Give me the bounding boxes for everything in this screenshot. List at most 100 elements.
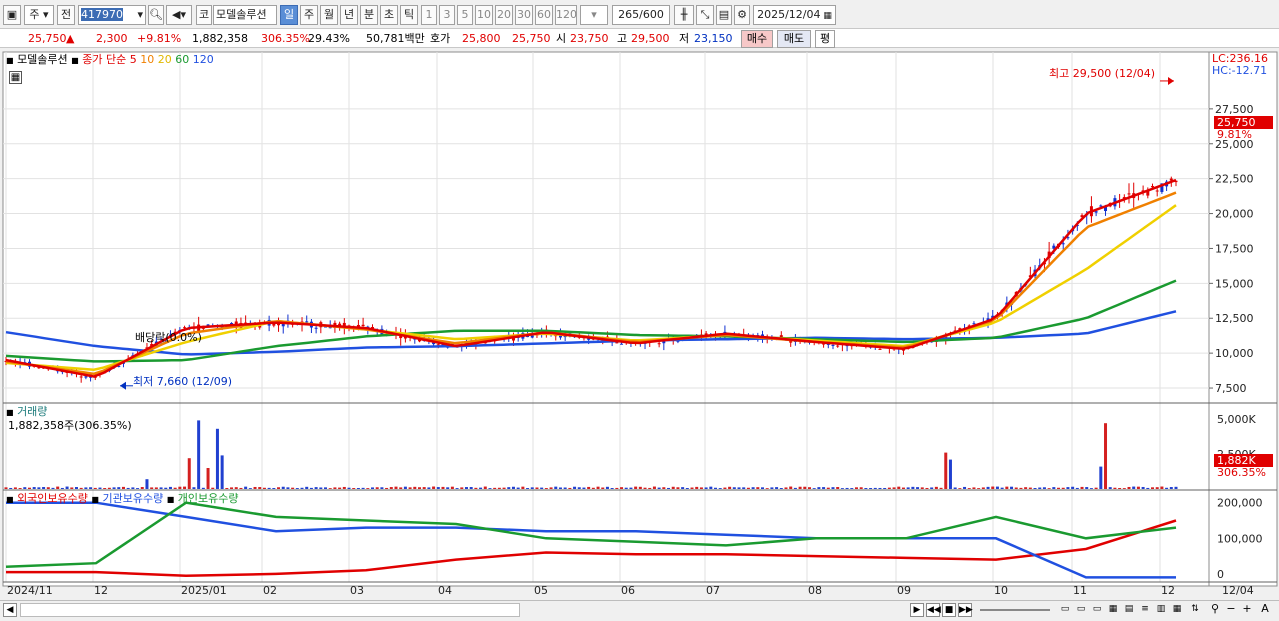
- volume-bar: [417, 487, 421, 489]
- volume-bar: [300, 487, 304, 489]
- volume-bar: [215, 428, 219, 489]
- zoom-slider[interactable]: [980, 609, 1050, 611]
- count-field[interactable]: 265/600: [612, 5, 670, 25]
- ma-120-label: 120: [192, 53, 214, 66]
- line-tool-icon[interactable]: ⤡: [696, 5, 714, 25]
- volume-bar: [230, 487, 234, 489]
- interval-3-button[interactable]: 3: [439, 5, 455, 25]
- volume-bar: [521, 486, 525, 489]
- volume-bar: [70, 487, 74, 489]
- volume-bar: [262, 487, 266, 489]
- panel-icon[interactable]: ▤: [1122, 603, 1136, 617]
- market-button[interactable]: 전: [57, 5, 75, 25]
- volume-bar: [836, 487, 840, 489]
- volume-bar: [474, 487, 478, 489]
- period-second-tab[interactable]: 초: [380, 5, 398, 25]
- interval-60-button[interactable]: 60: [535, 5, 553, 25]
- period-minute-tab[interactable]: 분: [360, 5, 378, 25]
- x-tick-label: 05: [534, 584, 548, 597]
- low-annotation: 최저 7,660 (12/09): [133, 375, 233, 388]
- window-icon[interactable]: ▭: [1074, 603, 1088, 617]
- individual-holding-label: 개인보유수량: [177, 492, 239, 505]
- period-day-tab[interactable]: 일: [280, 5, 298, 25]
- volume-bar: [568, 487, 572, 489]
- turnover-percent: 29.43%: [308, 32, 350, 45]
- window-menu-icon[interactable]: ▣: [3, 5, 21, 25]
- volume-bar: [634, 486, 638, 489]
- save-icon[interactable]: ▤: [716, 5, 732, 25]
- font-icon[interactable]: A: [1258, 603, 1272, 617]
- eval-button[interactable]: 평: [815, 30, 835, 48]
- volume-bar: [371, 487, 375, 489]
- volume-bar: [65, 486, 69, 489]
- gear-icon[interactable]: ⚙: [734, 5, 750, 25]
- interval-30-button[interactable]: 30: [515, 5, 533, 25]
- period-week-tab[interactable]: 주: [300, 5, 318, 25]
- plus-icon[interactable]: +: [1240, 603, 1254, 617]
- scroll-track[interactable]: [20, 603, 520, 617]
- volume-bar: [624, 487, 628, 489]
- minus-icon[interactable]: −: [1224, 603, 1238, 617]
- x-right-label: 12/04: [1222, 584, 1254, 597]
- layout-icon[interactable]: ▭: [1058, 603, 1072, 617]
- interval-10-button[interactable]: 10: [475, 5, 493, 25]
- dividend-annotation: 배당락(0.0%): [135, 331, 202, 344]
- volume-bar: [375, 487, 379, 489]
- volume-bar: [864, 488, 868, 489]
- custom-interval-select[interactable]: ▾: [580, 5, 608, 25]
- x-tick-label: 11: [1073, 584, 1087, 597]
- volume-bar: [704, 487, 708, 489]
- bottom-scrollbar[interactable]: ◀ ▶ ◀◀ ■ ▶▶ ▭ ▭ ▭ ▦ ▤ ≡ ▥ ▦ ⇅ ⚲ − + A: [0, 600, 1279, 618]
- sell-button[interactable]: 매도: [777, 30, 811, 48]
- period-month-tab[interactable]: 월: [320, 5, 338, 25]
- calendar-icon[interactable]: ▦: [9, 71, 22, 84]
- interval-20-button[interactable]: 20: [495, 5, 513, 25]
- interval-120-button[interactable]: 120: [555, 5, 577, 25]
- table-icon[interactable]: ▦: [1170, 603, 1184, 617]
- volume-bar: [131, 487, 135, 489]
- rewind-icon[interactable]: ◀◀: [926, 603, 941, 617]
- speaker-icon[interactable]: ◀▾: [166, 5, 192, 25]
- volume-bar: [277, 487, 281, 489]
- date-picker[interactable]: 2025/12/04 ▦: [753, 5, 836, 25]
- interval-5-button[interactable]: 5: [457, 5, 473, 25]
- volume-bar: [526, 488, 530, 489]
- volume-bar: [394, 486, 398, 489]
- sort-icon[interactable]: ⇅: [1188, 603, 1202, 617]
- interval-1-button[interactable]: 1: [421, 5, 437, 25]
- play-icon[interactable]: ▶: [910, 603, 924, 617]
- period-year-tab[interactable]: 년: [340, 5, 358, 25]
- bid-label: 호가: [430, 32, 451, 45]
- period-tick-tab[interactable]: 틱: [400, 5, 418, 25]
- candle-type-icon[interactable]: ╫: [674, 5, 694, 25]
- legend-square-icon: ■: [166, 495, 175, 504]
- zoom-icon[interactable]: ⚲: [1208, 603, 1222, 617]
- code-input[interactable]: 417970 ▾: [78, 5, 146, 25]
- list-icon[interactable]: ≡: [1138, 603, 1152, 617]
- stock-name-field[interactable]: 모델솔루션: [213, 5, 277, 25]
- search-icon[interactable]: 🔍︎: [148, 5, 164, 25]
- exchange-badge[interactable]: 코: [196, 5, 212, 25]
- volume-bar: [488, 488, 492, 489]
- volume-bar: [121, 486, 125, 489]
- legend-square-icon: ■: [71, 56, 79, 65]
- volume-bar: [775, 487, 779, 489]
- scroll-left-icon[interactable]: ◀: [3, 603, 17, 617]
- volume-bar: [779, 488, 783, 489]
- columns-icon[interactable]: ▥: [1154, 603, 1168, 617]
- volume-bar: [1155, 487, 1159, 489]
- volume-bar: [671, 486, 675, 489]
- volume-bar: [361, 487, 365, 489]
- split-icon[interactable]: ▭: [1090, 603, 1104, 617]
- fast-forward-icon[interactable]: ▶▶: [958, 603, 973, 617]
- stop-icon[interactable]: ■: [942, 603, 956, 617]
- legend-square-icon: ■: [6, 408, 14, 417]
- volume-bar: [89, 487, 93, 489]
- grid-icon[interactable]: ▦: [1106, 603, 1120, 617]
- stock-type-select[interactable]: 주 ▾: [24, 5, 54, 25]
- volume-bar: [883, 487, 887, 489]
- volume-bar: [432, 486, 436, 489]
- buy-button[interactable]: 매수: [741, 30, 773, 48]
- stock-chart[interactable]: 27,50025,00022,50020,00017,50015,00012,5…: [0, 50, 1279, 600]
- volume-bar: [812, 488, 816, 489]
